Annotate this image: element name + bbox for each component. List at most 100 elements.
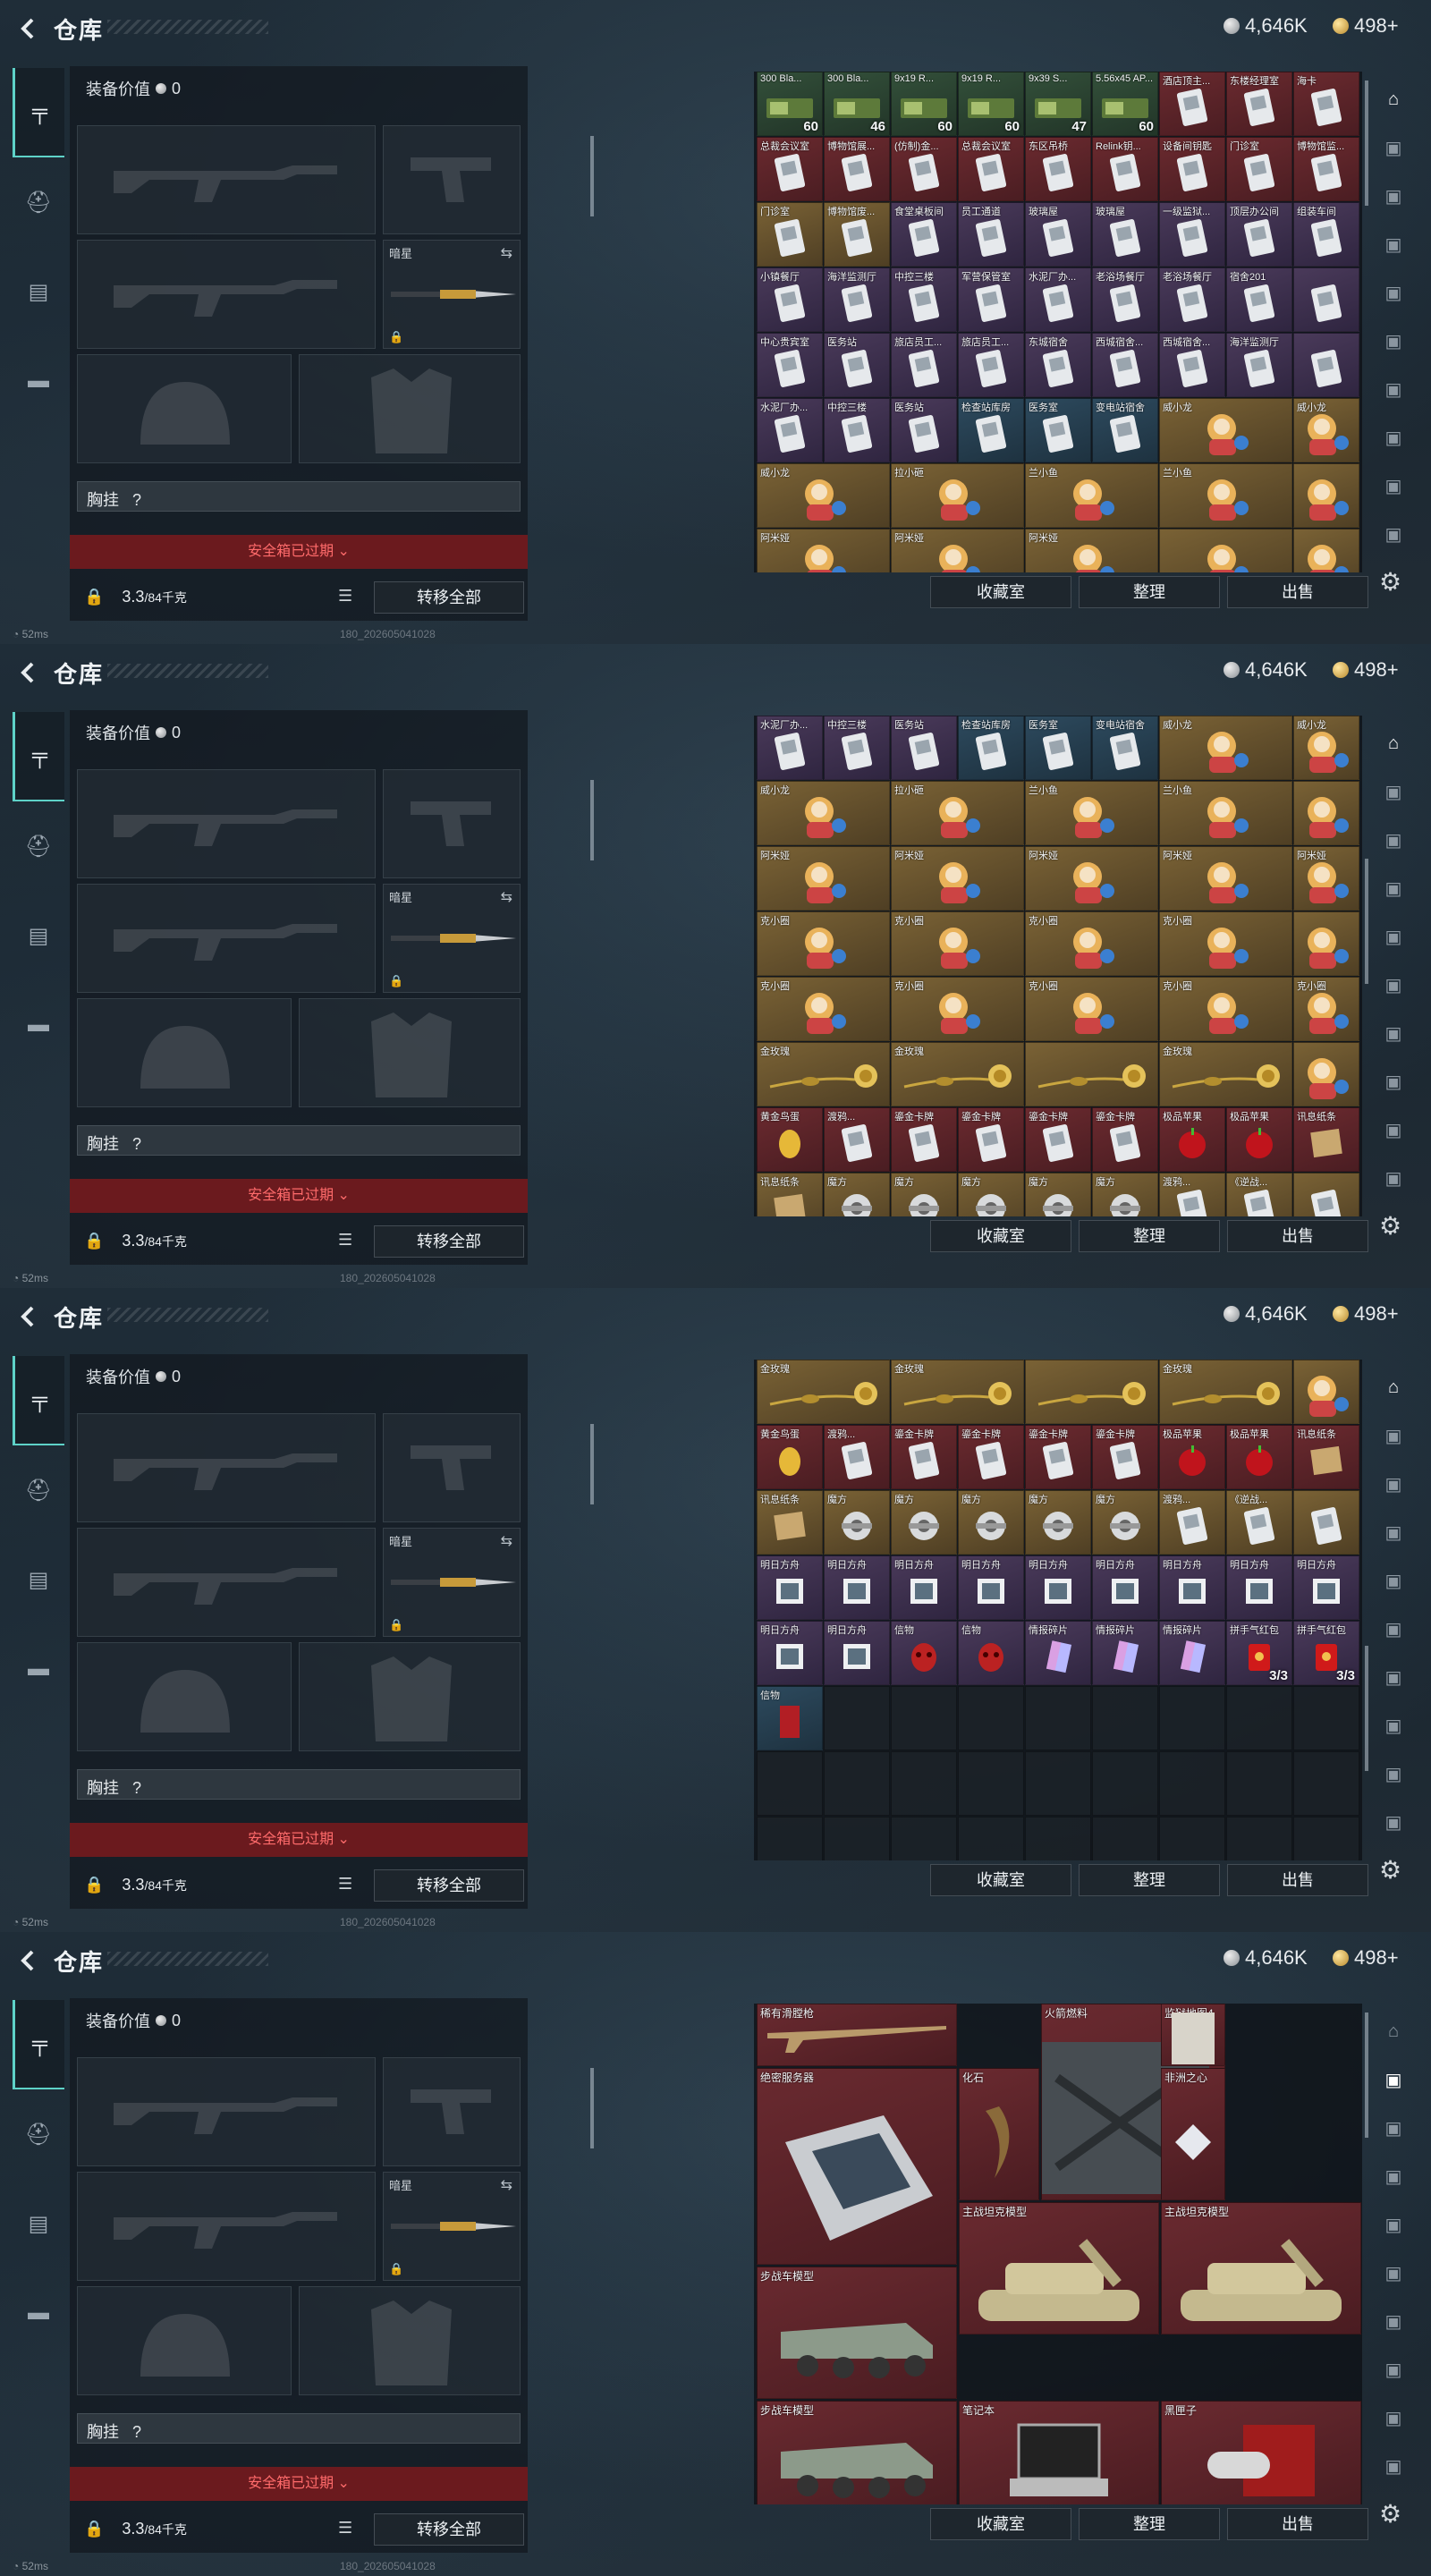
tab-weapons[interactable]: ╤ [13,68,64,157]
inventory-item[interactable]: 化石 [959,2068,1039,2200]
empty-slot[interactable] [1092,1751,1158,1816]
inventory-item[interactable]: 阿米娅 [891,846,1024,911]
inventory-item[interactable]: 极品苹果 [1226,1425,1292,1489]
organize-button[interactable]: 整理 [1079,1220,1220,1252]
inventory-item[interactable]: 魔方 [891,1173,957,1216]
helmet-slot[interactable] [77,1642,292,1751]
inventory-item[interactable]: 《逆战... [1226,1173,1292,1216]
list-icon[interactable]: ☰ [338,587,352,606]
sell-button[interactable]: 出售 [1227,1220,1368,1252]
back-arrow-icon[interactable] [16,1304,41,1329]
storage-box-icon[interactable]: ▣ [1368,172,1418,220]
inventory-item[interactable]: 极品苹果 [1159,1107,1225,1172]
inventory-item[interactable] [1025,1042,1158,1106]
inventory-item[interactable]: 玻璃屋 [1092,202,1158,267]
inventory-item[interactable] [1293,1173,1359,1216]
melee-slot[interactable]: 暗星 ⇆ 🔒 [383,884,521,993]
armor-slot[interactable] [299,354,521,463]
storage-box-icon[interactable]: ▣ [1368,268,1418,317]
inventory-item[interactable]: 信物 [757,1686,823,1750]
empty-slot[interactable] [1159,1751,1225,1816]
inventory-item[interactable] [1293,781,1359,845]
tab-armor[interactable]: ⛑ [13,2089,64,2179]
storage-box-icon[interactable]: ▣ [1368,816,1418,864]
empty-slot[interactable] [1025,1686,1091,1750]
empty-slot[interactable] [1226,1686,1292,1750]
inventory-item[interactable]: 阿米娅 [1159,846,1292,911]
inventory-item[interactable]: 黄金鸟蛋 [757,1107,823,1172]
storage-box-icon[interactable]: ▣ [1368,2249,1418,2297]
inventory-item[interactable] [1293,911,1359,976]
empty-slot[interactable] [824,1817,890,1860]
inventory-item[interactable]: 讯息纸条 [757,1173,823,1216]
storage-box-icon[interactable]: ▣ [1368,2200,1418,2249]
armor-slot[interactable] [299,998,521,1107]
inventory-item[interactable] [1293,463,1359,528]
inventory-item[interactable]: 水泥厂办... [1025,267,1091,332]
inventory-item[interactable]: 克小圈 [1025,911,1158,976]
tab-vest[interactable]: ▤ [13,247,64,336]
inventory-item[interactable]: 阿米娅 [757,846,890,911]
inventory-item[interactable]: 鎏金卡牌 [958,1107,1024,1172]
inventory-item[interactable]: 魔方 [1025,1490,1091,1555]
inventory-item[interactable]: Relink钥... [1092,137,1158,201]
storage-box-icon[interactable]: ▣ [1368,2345,1418,2394]
inventory-item[interactable]: 顶层办公间 [1226,202,1292,267]
inventory-item[interactable]: 步战车模型 [757,2401,957,2504]
empty-slot[interactable] [1293,1751,1359,1816]
inventory-item[interactable]: 变电站宿舍 [1092,398,1158,462]
inventory-item[interactable]: 兰小鱼 [1159,781,1292,845]
pistol-slot[interactable] [383,125,521,234]
inventory-item[interactable]: 博物馆监... [1293,137,1359,201]
gold-currency[interactable]: 498+ [1333,1946,1399,1970]
inventory-item[interactable]: 情报碎片 [1025,1621,1091,1685]
primary-weapon-slot[interactable] [77,769,376,878]
inventory-item[interactable]: 鎏金卡牌 [1092,1425,1158,1489]
safebox-expired-banner[interactable]: 安全箱已过期 ⌄ [70,2467,528,2501]
melee-slot[interactable]: 暗星 ⇆ 🔒 [383,240,521,349]
inventory-item[interactable]: 老浴场餐厅 [1092,267,1158,332]
inventory-item[interactable]: 鎏金卡牌 [1025,1107,1091,1172]
tab-armor[interactable]: ⛑ [13,801,64,891]
empty-slot[interactable] [1025,1751,1091,1816]
empty-slot[interactable] [1226,1817,1292,1860]
inventory-item[interactable]: 拼手气红包 3/3 [1226,1621,1292,1685]
storage-box-icon[interactable]: ▣ [1368,123,1418,172]
empty-slot[interactable] [891,1686,957,1750]
chest-rig-slot[interactable]: 胸挂 ? [77,481,521,512]
primary-weapon-slot[interactable] [77,2057,376,2166]
gold-currency[interactable]: 498+ [1333,658,1399,682]
storage-box-icon[interactable]: ▣ [1368,365,1418,413]
inventory-item[interactable]: 鎏金卡牌 [891,1107,957,1172]
storage-box-icon[interactable]: ▣ [1368,1106,1418,1154]
inventory-item[interactable]: 明日方舟 [1025,1555,1091,1620]
storage-box-icon[interactable]: ▣ [1368,462,1418,510]
swap-icon[interactable]: ⇆ [501,2176,512,2194]
collection-room-button[interactable]: 收藏室 [930,1864,1071,1896]
inventory-item[interactable]: 阿米娅 [1025,846,1158,911]
organize-button[interactable]: 整理 [1079,2508,1220,2540]
empty-slot[interactable] [824,1686,890,1750]
inventory-item[interactable]: 《逆战... [1226,1490,1292,1555]
helmet-slot[interactable] [77,354,292,463]
inventory-item[interactable]: 5.56x45 AP... 60 [1092,72,1158,136]
storage-box-icon[interactable]: ▣ [1368,1701,1418,1750]
pistol-slot[interactable] [383,769,521,878]
safebox-expired-banner[interactable]: 安全箱已过期 ⌄ [70,1179,528,1213]
inventory-item[interactable]: 中心贵宾室 [757,333,823,397]
gear-icon[interactable]: ⚙ [1379,1855,1401,1885]
inventory-item[interactable]: 明日方舟 [824,1621,890,1685]
safebox-expired-banner[interactable]: 安全箱已过期 ⌄ [70,535,528,569]
inventory-item[interactable]: 兰小鱼 [1025,463,1158,528]
inventory-item[interactable]: 员工通道 [958,202,1024,267]
inventory-item[interactable]: 克小圈 [757,977,890,1041]
inventory-item[interactable]: 威小龙 [1159,398,1292,462]
inventory-item[interactable]: 明日方舟 [757,1621,823,1685]
storage-box-icon[interactable]: ▣ [1368,1057,1418,1106]
empty-slot[interactable] [1226,1751,1292,1816]
empty-slot[interactable] [1025,1817,1091,1860]
helmet-slot[interactable] [77,998,292,1107]
empty-slot[interactable] [757,1817,823,1860]
empty-slot[interactable] [891,1751,957,1816]
storage-box-icon[interactable]: ▣ [1368,510,1418,558]
